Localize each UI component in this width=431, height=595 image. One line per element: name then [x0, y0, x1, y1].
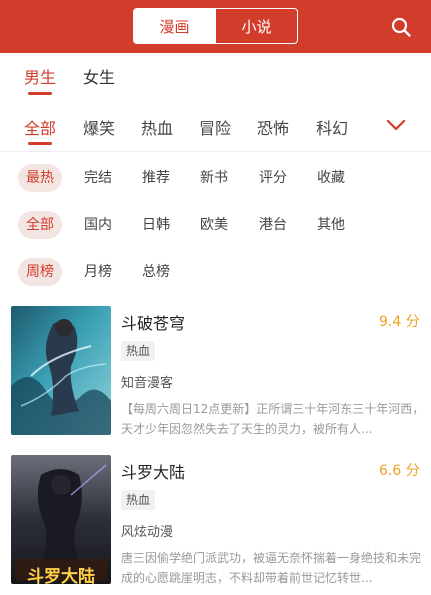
- category-all[interactable]: 全部: [24, 115, 56, 139]
- book-cover: [11, 306, 111, 435]
- region-hk-tw[interactable]: 港台: [251, 211, 295, 239]
- cover-logo-text: 斗罗大陆: [27, 567, 95, 587]
- tab-manga[interactable]: 漫画: [134, 9, 215, 43]
- list-item[interactable]: 斗破苍穹 9.4 分 热血 知音漫客 【每周六周日12点更新】正所谓三十年河东三…: [0, 306, 431, 446]
- gender-tab-indicator: [28, 92, 52, 95]
- tab-male[interactable]: 男生: [24, 64, 56, 87]
- filter-favorites[interactable]: 收藏: [309, 164, 353, 192]
- category-tab-indicator: [28, 142, 52, 145]
- chevron-down-icon[interactable]: [386, 118, 406, 132]
- tab-novel[interactable]: 小说: [215, 9, 297, 43]
- book-description: 【每周六周日12点更新】正所谓三十年河东三十年河西，天才少年因忽然失去了天生的灵…: [121, 402, 425, 436]
- category-adventure[interactable]: 冒险: [199, 115, 231, 139]
- top-bar: 漫画 小说: [0, 0, 431, 53]
- book-author: 知音漫客: [121, 376, 174, 391]
- genre-tag: 热血: [121, 341, 156, 361]
- region-other[interactable]: 其他: [309, 211, 353, 239]
- book-score: 6.6 分: [379, 463, 420, 479]
- rank-all-time[interactable]: 总榜: [134, 258, 178, 286]
- filter-hot[interactable]: 最热: [18, 164, 62, 192]
- rank-weekly[interactable]: 周榜: [18, 258, 62, 286]
- filter-recommended[interactable]: 推荐: [134, 164, 178, 192]
- content-type-switch: 漫画 小说: [133, 8, 298, 44]
- category-horror[interactable]: 恐怖: [257, 115, 289, 139]
- search-icon[interactable]: [390, 16, 412, 38]
- filter-rating[interactable]: 评分: [251, 164, 295, 192]
- book-title[interactable]: 斗破苍穹: [121, 310, 185, 334]
- region-domestic[interactable]: 国内: [76, 211, 120, 239]
- divider: [0, 151, 431, 152]
- category-funny[interactable]: 爆笑: [83, 115, 115, 139]
- filter-finished[interactable]: 完结: [76, 164, 120, 192]
- genre-tag: 热血: [121, 490, 156, 510]
- book-title[interactable]: 斗罗大陆: [121, 459, 185, 483]
- tab-female[interactable]: 女生: [83, 64, 115, 87]
- book-description: 唐三因偷学绝门派武功，被逼无奈怀揣着一身绝技和未完成的心愿跳崖明志，不料却带着前…: [121, 551, 422, 585]
- filter-new[interactable]: 新书: [192, 164, 236, 192]
- category-scifi[interactable]: 科幻: [316, 115, 348, 139]
- rank-monthly[interactable]: 月榜: [76, 258, 120, 286]
- region-western[interactable]: 欧美: [192, 211, 236, 239]
- book-score: 9.4 分: [379, 314, 420, 330]
- book-author: 风炫动漫: [121, 525, 174, 540]
- category-action[interactable]: 热血: [141, 115, 173, 139]
- list-item[interactable]: 斗罗大陆 斗罗大陆 6.6 分 热血 风炫动漫 唐三因偷学绝门派武功，被逼无奈怀…: [0, 455, 431, 595]
- region-japan-korea[interactable]: 日韩: [134, 211, 178, 239]
- region-all[interactable]: 全部: [18, 211, 62, 239]
